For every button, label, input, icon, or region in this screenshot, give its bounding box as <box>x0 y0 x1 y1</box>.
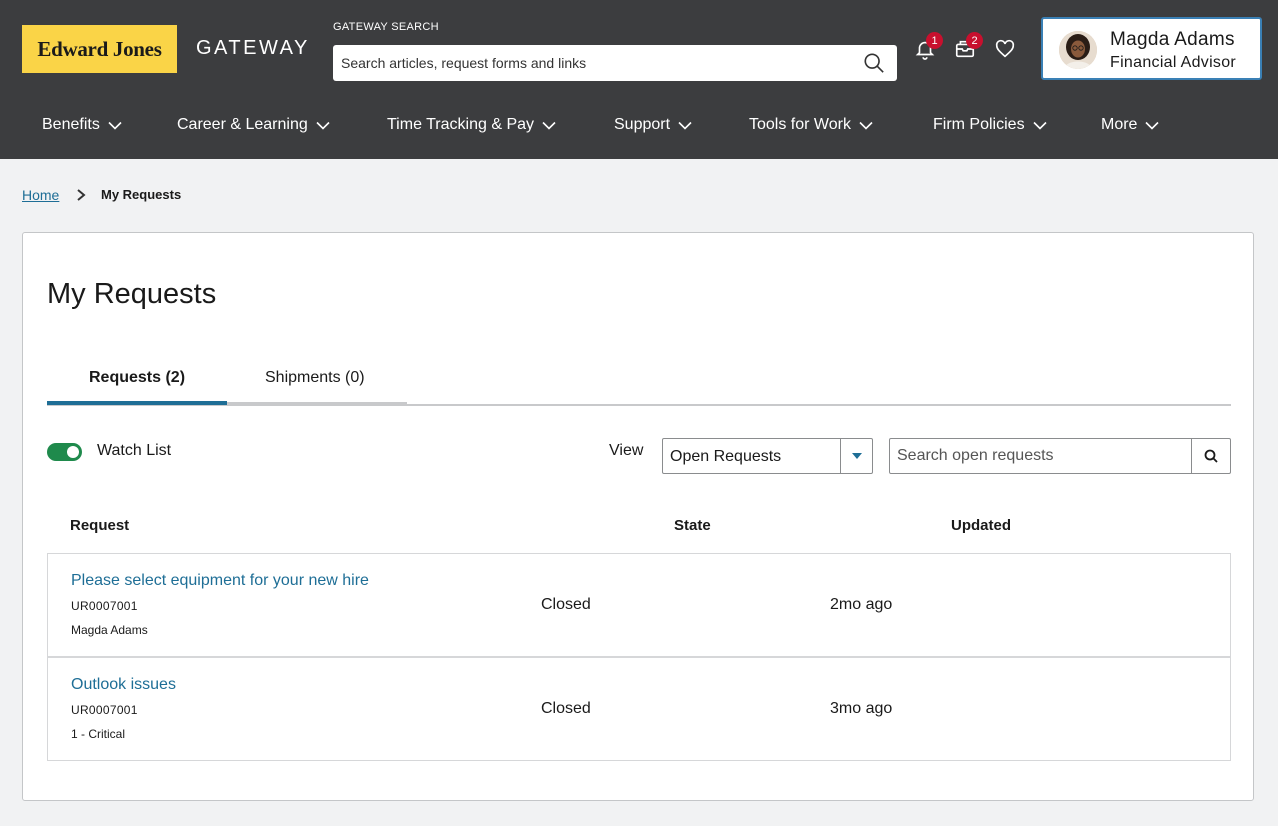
inbox-badge: 2 <box>966 32 983 49</box>
tab-requests[interactable]: Requests (2) <box>89 369 185 387</box>
nav-firm-policies[interactable]: Firm Policies <box>933 116 1047 134</box>
inbox-button[interactable]: 2 <box>954 32 983 60</box>
chevron-right-icon <box>77 189 86 201</box>
request-updated: 2mo ago <box>830 596 893 613</box>
nav-label: Tools for Work <box>749 116 851 133</box>
notifications-badge: 1 <box>926 32 943 49</box>
profile-card[interactable]: Magda Adams Financial Advisor <box>1041 17 1262 80</box>
requests-search-input[interactable] <box>890 439 1190 473</box>
nav-support[interactable]: Support <box>614 116 692 134</box>
app-name[interactable]: GATEWAY <box>196 37 310 60</box>
requests-card: My Requests Requests (2) Shipments (0) W… <box>22 232 1254 801</box>
request-state: Closed <box>541 596 591 613</box>
watch-list-label: Watch List <box>97 442 172 459</box>
nav-benefits[interactable]: Benefits <box>42 116 122 134</box>
tab-shipments-underline <box>227 402 407 405</box>
chevron-down-icon <box>108 121 122 130</box>
avatar <box>1059 31 1097 69</box>
caret-down-icon <box>852 453 862 459</box>
nav-label: Career & Learning <box>177 116 308 133</box>
profile-name: Magda Adams <box>1110 29 1235 50</box>
breadcrumb-current: My Requests <box>101 187 182 202</box>
chevron-down-icon <box>542 121 556 130</box>
chevron-down-icon <box>316 121 330 130</box>
search-icon <box>1204 449 1218 463</box>
request-title-link[interactable]: Outlook issues <box>71 676 176 694</box>
nav-label: Firm Policies <box>933 116 1025 133</box>
view-select-value: Open Requests <box>670 448 782 465</box>
column-header-state[interactable]: State <box>674 517 711 534</box>
requests-search <box>889 438 1231 474</box>
nav-label: Support <box>614 116 671 133</box>
table-row[interactable]: Please select equipment for your new hir… <box>47 553 1231 657</box>
table-row[interactable]: Outlook issues UR0007001 1 - Critical Cl… <box>47 657 1231 761</box>
view-label: View <box>609 442 644 459</box>
global-search-input[interactable] <box>333 45 853 81</box>
top-header: Edward Jones GATEWAY GATEWAY SEARCH 1 2 <box>0 0 1278 159</box>
chevron-down-icon <box>1145 121 1160 130</box>
request-updated: 3mo ago <box>830 700 893 717</box>
search-label: GATEWAY SEARCH <box>333 21 439 33</box>
page-title: My Requests <box>47 278 217 310</box>
view-select[interactable]: Open Requests <box>662 438 873 474</box>
requests-search-button[interactable] <box>1191 439 1230 473</box>
nav-tools-for-work[interactable]: Tools for Work <box>749 116 873 134</box>
chevron-down-icon <box>859 121 873 130</box>
nav-time-tracking-pay[interactable]: Time Tracking & Pay <box>387 116 556 134</box>
column-header-updated[interactable]: Updated <box>951 517 1011 534</box>
nav-more[interactable]: More <box>1101 116 1160 134</box>
column-header-request[interactable]: Request <box>70 517 129 534</box>
global-search <box>333 45 897 81</box>
edward-jones-logo[interactable]: Edward Jones <box>22 25 177 73</box>
chevron-down-icon <box>678 121 692 130</box>
profile-role: Financial Advisor <box>1110 54 1237 71</box>
nav-label: More <box>1101 116 1138 133</box>
request-id: UR0007001 <box>71 703 138 717</box>
heart-icon[interactable] <box>994 38 1016 60</box>
chevron-down-icon <box>1032 121 1047 130</box>
nav-label: Time Tracking & Pay <box>387 116 535 133</box>
select-divider <box>840 439 841 473</box>
request-title-link[interactable]: Please select equipment for your new hir… <box>71 572 369 590</box>
watch-list-toggle[interactable] <box>47 443 82 461</box>
request-meta: Magda Adams <box>71 623 148 637</box>
notifications-button[interactable]: 1 <box>914 32 943 60</box>
breadcrumb-home[interactable]: Home <box>22 187 59 203</box>
tab-requests-underline <box>47 401 227 405</box>
toggle-knob <box>67 446 79 458</box>
request-state: Closed <box>541 700 591 717</box>
request-id: UR0007001 <box>71 599 138 613</box>
nav-career-learning[interactable]: Career & Learning <box>177 116 330 134</box>
search-icon[interactable] <box>863 52 885 74</box>
tab-shipments[interactable]: Shipments (0) <box>265 369 365 387</box>
nav-label: Benefits <box>42 116 100 133</box>
request-meta: 1 - Critical <box>71 727 126 741</box>
